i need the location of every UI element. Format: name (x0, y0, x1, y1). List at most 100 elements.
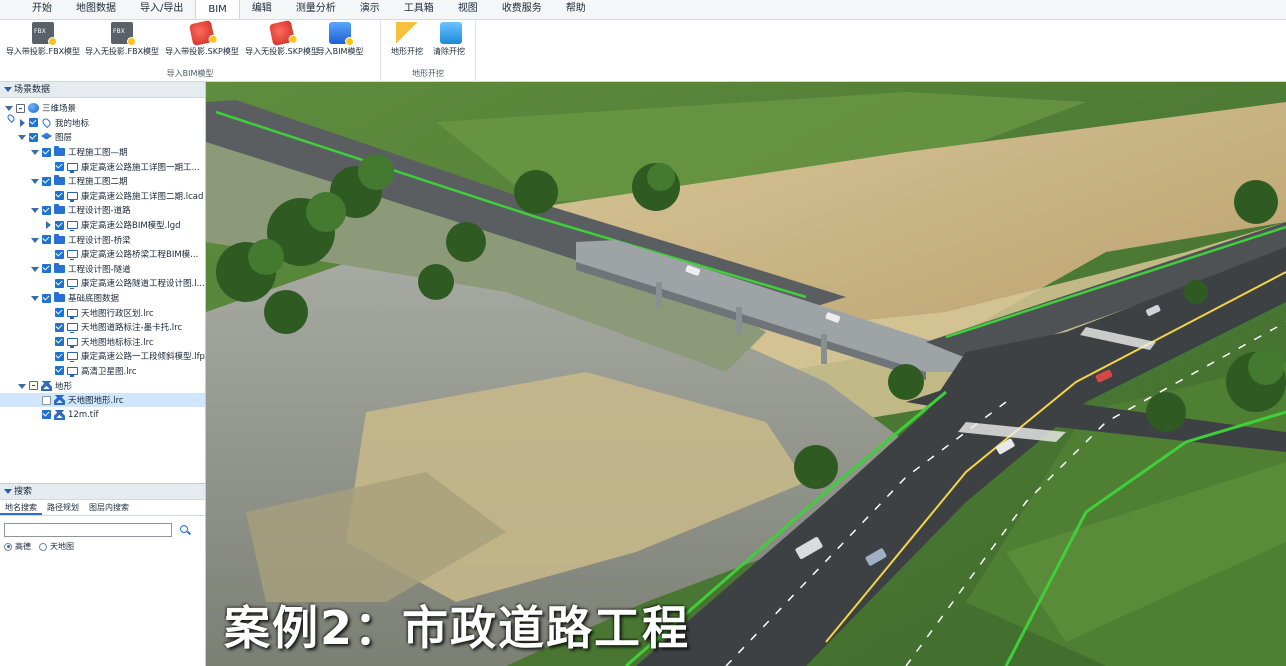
scene-panel-header[interactable]: 场景数据 (0, 82, 205, 98)
menu-tab[interactable]: BIM (195, 0, 240, 19)
search-source-radio[interactable] (4, 542, 12, 551)
3d-map-view[interactable]: 案例2：市政道路工程 (206, 82, 1286, 666)
visibility-checkbox[interactable] (55, 308, 64, 318)
search-tab[interactable]: 图层内搜索 (84, 500, 134, 515)
visibility-checkbox[interactable] (55, 162, 64, 172)
visibility-checkbox[interactable] (55, 220, 64, 230)
tree-node[interactable]: 工程施工图—期 (0, 145, 205, 160)
menu-tab[interactable]: 演示 (348, 0, 392, 19)
tree-node[interactable]: 康定高速公路施工详图一期工... (0, 159, 205, 174)
menu-tab[interactable]: 开始 (20, 0, 64, 19)
tree-node[interactable]: 12m.tif (0, 407, 205, 422)
tree-node[interactable]: 天地图地标标注.lrc (0, 335, 205, 350)
folder-icon (54, 146, 65, 157)
visibility-checkbox[interactable] (55, 278, 64, 288)
monitor-icon (67, 366, 78, 377)
tree-node[interactable]: 康定高速公路桥梁工程BIM模... (0, 247, 205, 262)
visibility-checkbox[interactable] (16, 103, 25, 113)
collapse-arrow-icon[interactable] (17, 132, 27, 142)
tree-node[interactable]: 康定高速公路一工段倾斜模型.lfp (0, 349, 205, 364)
tree-node[interactable]: 工程设计图-桥梁 (0, 232, 205, 247)
menu-tab[interactable]: 帮助 (554, 0, 598, 19)
visibility-checkbox[interactable] (55, 249, 64, 259)
collapse-arrow-icon[interactable] (4, 103, 14, 113)
tree-node[interactable]: 天地图地形.lrc (0, 392, 205, 408)
search-tabs: 地名搜索 路径规划 图层内搜索 (0, 500, 205, 516)
collapse-arrow-icon[interactable] (30, 235, 40, 245)
visibility-checkbox[interactable] (55, 366, 64, 376)
button-label: 导入带投影.FBX模型 (5, 47, 81, 56)
tree-node[interactable]: 康定高速公路施工详图二期.lcad (0, 189, 205, 204)
tree-node-label: 天地图道路标注-墨卡托.lrc (81, 323, 183, 334)
tree-node[interactable]: 康定高速公路BIM模型.lgd (0, 218, 205, 233)
visibility-checkbox[interactable] (55, 191, 64, 201)
visibility-checkbox[interactable] (42, 395, 51, 405)
search-panel-header[interactable]: 搜索 (0, 484, 205, 500)
menu-tab[interactable]: 编辑 (240, 0, 284, 19)
visibility-checkbox[interactable] (55, 322, 64, 332)
tree-node[interactable]: 工程设计图-隧道 (0, 262, 205, 277)
search-tab[interactable]: 地名搜索 (0, 500, 42, 515)
tree-node-label: 图层 (55, 133, 73, 144)
visibility-checkbox[interactable] (42, 293, 51, 303)
tree-node[interactable]: 工程施工图二期 (0, 174, 205, 189)
tree-node[interactable]: 天地图道路标注-墨卡托.lrc (0, 320, 205, 335)
visibility-checkbox[interactable] (42, 235, 51, 245)
collapse-arrow-icon[interactable] (30, 205, 40, 215)
visibility-checkbox[interactable] (29, 132, 38, 142)
import-fbx-without-projection-button[interactable]: 导入无投影.FBX模型 (83, 22, 161, 57)
collapse-arrow-icon[interactable] (30, 293, 40, 303)
import-fbx-with-projection-button[interactable]: 导入带投影.FBX模型 (4, 22, 82, 57)
visibility-checkbox[interactable] (42, 176, 51, 186)
menu-tab[interactable]: 地图数据 (64, 0, 128, 19)
search-source-radio[interactable] (39, 542, 47, 551)
tree-node-label: 工程施工图—期 (68, 148, 128, 159)
visibility-checkbox[interactable] (29, 381, 38, 391)
monitor-icon (67, 323, 78, 334)
ribbon-group-title: 导入BIM模型 (166, 69, 214, 78)
collapse-arrow-icon[interactable] (30, 176, 40, 186)
visibility-checkbox[interactable] (42, 410, 51, 420)
tree-node[interactable]: 地形 (0, 378, 205, 393)
tree-node[interactable]: 基础底图数据 (0, 291, 205, 306)
tree-node[interactable]: 工程设计图-道路 (0, 203, 205, 218)
menu-tab[interactable]: 导入/导出 (128, 0, 195, 19)
expand-arrow-icon[interactable] (17, 118, 27, 128)
tree-node[interactable]: 我的地标 (0, 116, 205, 131)
menu-tab[interactable]: 测量分析 (284, 0, 348, 19)
button-label: 导入BIM模型 (316, 47, 364, 56)
visibility-checkbox[interactable] (42, 147, 51, 157)
tree-node[interactable]: 康定高速公路隧道工程设计图.l... (0, 276, 205, 291)
tree-node[interactable]: 三维场景 (0, 101, 205, 116)
search-tab[interactable]: 路径规划 (42, 500, 84, 515)
menu-tab[interactable]: 工具箱 (392, 0, 446, 19)
expand-arrow-icon[interactable] (43, 220, 53, 230)
place-search-input[interactable] (4, 522, 172, 537)
visibility-checkbox[interactable] (29, 118, 38, 128)
visibility-checkbox[interactable] (42, 205, 51, 215)
tree-node[interactable]: 高清卫星图.lrc (0, 364, 205, 379)
visibility-checkbox[interactable] (55, 337, 64, 347)
tree-node-label: 天地图地形.lrc (68, 396, 124, 407)
menu-tab[interactable]: 收费服务 (490, 0, 554, 19)
tree-node-label: 康定高速公路BIM模型.lgd (81, 221, 181, 232)
menu-tab[interactable]: 视图 (446, 0, 490, 19)
import-bim-model-button[interactable]: 导入BIM模型 (310, 22, 370, 57)
tree-node-label: 康定高速公路隧道工程设计图.l... (81, 279, 205, 290)
import-skp-with-projection-button[interactable]: 导入带投影.SKP模型 (163, 19, 241, 57)
visibility-checkbox[interactable] (55, 351, 64, 361)
search-icon[interactable] (178, 523, 192, 537)
clear-dig-button[interactable]: 清除开挖 (427, 22, 471, 57)
terrain-dig-icon (396, 22, 418, 44)
button-label: 导入无投影.FBX模型 (84, 47, 160, 56)
tree-node[interactable]: 天地图行政区划.lrc (0, 305, 205, 320)
collapse-arrow-icon[interactable] (17, 381, 27, 391)
overlay-title: 案例2：市政道路工程 (224, 601, 691, 655)
collapse-arrow-icon[interactable] (30, 264, 40, 274)
terrain-dig-button[interactable]: 地形开挖 (385, 22, 429, 57)
collapse-arrow-icon[interactable] (30, 147, 40, 157)
tree-node[interactable]: 图层 (0, 130, 205, 145)
tree-node-label: 天地图行政区划.lrc (81, 308, 154, 319)
visibility-checkbox[interactable] (42, 264, 51, 274)
